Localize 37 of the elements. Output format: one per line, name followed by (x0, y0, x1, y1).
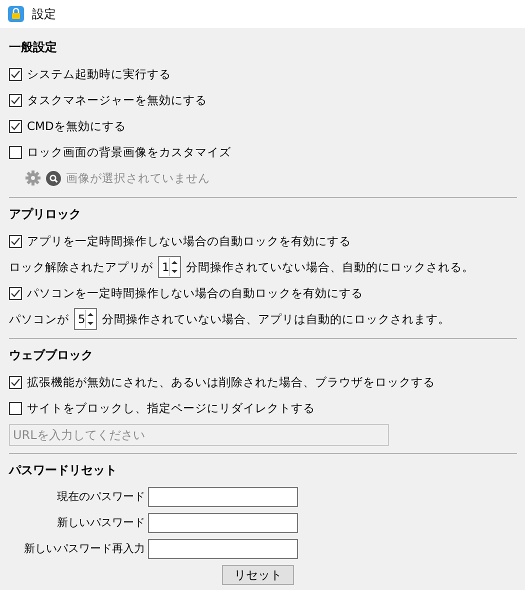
window-title: 設定 (32, 6, 56, 22)
checkbox[interactable] (9, 234, 22, 248)
checkbox-label[interactable]: タスクマネージャーを無効にする (27, 92, 207, 108)
number-spinner[interactable]: 1 (158, 256, 181, 278)
lock-icon (8, 6, 24, 22)
checkbox-label[interactable]: CMDを無効にする (27, 118, 126, 134)
section-heading: ウェブブロック (9, 346, 94, 364)
search-icon[interactable] (46, 170, 61, 186)
checkbox[interactable] (9, 68, 22, 80)
checkbox-label[interactable]: サイトをブロックし、指定ページにリダイレクトする (27, 400, 315, 416)
password-field[interactable] (148, 539, 298, 559)
spinner-prefix-text: パソコンが (9, 312, 69, 326)
checkbox-label[interactable]: パソコンを一定時間操作しない場合の自動ロックを有効にする (27, 286, 363, 300)
spinner-suffix-text: 分間操作されていない場合、アプリは自動的にロックされます。 (102, 312, 450, 326)
spinner-prefix-text: ロック解除されたアプリが (9, 260, 153, 274)
checkbox-label[interactable]: 拡張機能が無効にされた、あるいは削除された場合、ブラウザをロックする (27, 374, 435, 390)
checkbox[interactable] (9, 286, 22, 300)
section-heading: パスワードリセット (9, 462, 118, 478)
checkbox[interactable] (9, 146, 22, 158)
spinner-suffix-text: 分間操作されていない場合、自動的にロックされる。 (186, 260, 474, 274)
checkbox[interactable] (9, 120, 22, 132)
checkbox[interactable] (9, 402, 22, 414)
checkbox-label[interactable]: ロック画面の背景画像をカスタマイズ (27, 144, 231, 160)
field-label: 現在のパスワード (56, 489, 145, 505)
reset-button[interactable]: リセット (222, 565, 294, 585)
section-heading: 一般設定 (9, 38, 58, 56)
number-spinner[interactable]: 5 (74, 308, 97, 330)
checkbox-label[interactable]: システム起動時に実行する (27, 66, 171, 82)
field-label: 新しいパスワード (56, 515, 145, 531)
password-field[interactable] (148, 513, 298, 533)
checkbox[interactable] (9, 376, 22, 388)
field-label: 新しいパスワード再入力 (23, 541, 145, 557)
password-field[interactable] (148, 487, 298, 507)
image-status-text: 画像が選択されていません (66, 170, 210, 186)
checkbox[interactable] (9, 94, 22, 106)
checkbox-label[interactable]: アプリを一定時間操作しない場合の自動ロックを有効にする (27, 234, 351, 248)
section-heading: アプリロック (9, 206, 82, 222)
